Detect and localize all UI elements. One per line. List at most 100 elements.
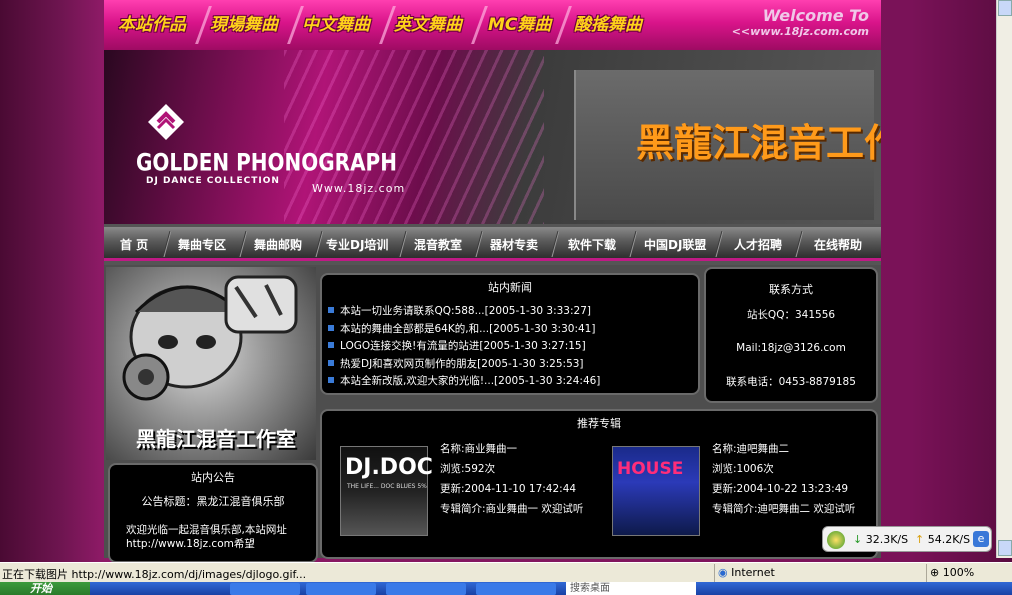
speed-meter-icon (827, 531, 845, 549)
album-cover-2[interactable]: HOUSE (612, 446, 700, 536)
category-link-chinese[interactable]: 中文舞曲 (302, 10, 370, 38)
zoom-value: 100% (942, 566, 975, 579)
contact-mail[interactable]: Mail:18jz@3126.com (706, 342, 876, 354)
web-page: 本站作品 現場舞曲 中文舞曲 英文舞曲 MC舞曲 酸搖舞曲 Welcome To… (104, 0, 881, 563)
start-button[interactable]: 开始 (0, 582, 90, 595)
banner-url: Www.18jz.com (312, 182, 406, 195)
content-area: 黑龍江混音工作室 站内公告 公告标题：黑龙江混音俱乐部 欢迎光临一起混音俱乐部,… (104, 265, 881, 563)
category-bar: 本站作品 現場舞曲 中文舞曲 英文舞曲 MC舞曲 酸搖舞曲 Welcome To… (104, 0, 881, 50)
nav-item-help[interactable]: 在线帮助 (814, 236, 862, 253)
status-text: 正在下载图片 http://www.18jz.com/dj/images/djl… (2, 568, 307, 581)
news-item-text[interactable]: LOGO连接交换!有流量的站进[2005-1-30 3:27:15] (340, 340, 586, 352)
album-cover-1-title: DJ.DOC (345, 455, 433, 480)
banner-decoration (284, 50, 544, 224)
album-intro: 专辑简介:商业舞曲一 欢迎试听 (440, 503, 584, 515)
ie-icon[interactable]: e (973, 531, 989, 547)
news-item[interactable]: 热爱DJ和喜欢网页制作的朋友[2005-1-30 3:25:53] (328, 356, 698, 374)
category-link-mc[interactable]: MC舞曲 (488, 10, 551, 38)
news-item-text[interactable]: 本站全新改版,欢迎大家的光临!...[2005-1-30 3:24:46] (340, 375, 600, 387)
upload-speed-value: 54.2K/S (927, 533, 971, 546)
phonograph-logo-icon (148, 104, 184, 140)
news-item-text[interactable]: 本站的舞曲全部都是64K的,和...[2005-1-30 3:30:41] (340, 323, 595, 335)
nav-divider (238, 231, 248, 257)
network-speed-widget[interactable]: ↓ 32.3K/S ↑ 54.2K/S e (822, 526, 992, 552)
header-banner: GOLDEN PHONOGRAPH DJ DANCE COLLECTION Ww… (104, 50, 881, 224)
bullet-icon (328, 342, 334, 348)
studio-caption: 黑龍江混音工作室 (136, 427, 296, 451)
nav-divider (314, 231, 324, 257)
security-zone: ◉ Internet (718, 566, 775, 579)
news-item[interactable]: LOGO连接交换!有流量的站进[2005-1-30 3:27:15] (328, 338, 698, 356)
nav-item-mail-order[interactable]: 舞曲邮购 (254, 236, 302, 253)
desktop-search-input[interactable]: 搜索桌面 (566, 582, 696, 595)
album-cover-1[interactable]: DJ.DOC THE LIFE... DOC BLUES 5% (340, 446, 433, 536)
category-link-works[interactable]: 本站作品 (118, 10, 186, 38)
nav-divider (714, 231, 724, 257)
nav-item-home[interactable]: 首 页 (120, 236, 148, 253)
nav-item-dj-training[interactable]: 专业DJ培训 (326, 236, 388, 253)
category-link-live[interactable]: 現場舞曲 (210, 10, 278, 38)
magnifier-icon: ⊕ (930, 566, 943, 579)
news-item[interactable]: 本站全新改版,欢迎大家的光临!...[2005-1-30 3:24:46] (328, 373, 698, 391)
download-speed-value: 32.3K/S (865, 533, 909, 546)
brand-name: GOLDEN PHONOGRAPH (136, 147, 397, 177)
album-intro: 专辑简介:迪吧舞曲二 欢迎试听 (712, 503, 856, 515)
contact-title: 联系方式 (769, 283, 813, 296)
status-divider (714, 564, 715, 582)
scroll-down-icon[interactable] (998, 540, 1012, 556)
nav-item-equipment[interactable]: 器材专卖 (490, 236, 538, 253)
taskbar-button[interactable] (476, 583, 556, 595)
bullet-icon (328, 359, 334, 366)
album-updated: 更新:2004-11-10 17:42:44 (440, 483, 577, 495)
main-nav: 首 页 舞曲专区 舞曲邮购 专业DJ培训 混音教室 器材专卖 软件下载 中国DJ… (104, 227, 881, 261)
welcome-url: <<www.18jz.com.com (731, 25, 869, 38)
contact-phone: 联系电话：0453-8879185 (726, 376, 856, 388)
category-link-shake[interactable]: 酸搖舞曲 (574, 10, 642, 38)
nav-divider (162, 231, 172, 257)
news-list: 本站一切业务请联系QQ:588...[2005-1-30 3:33:27] 本站… (322, 295, 698, 391)
nav-item-dance-zone[interactable]: 舞曲专区 (178, 236, 226, 253)
news-item-text[interactable]: 热爱DJ和喜欢网页制作的朋友[2005-1-30 3:25:53] (340, 358, 584, 370)
scroll-up-icon[interactable] (998, 0, 1012, 16)
dj-illustration: 黑龍江混音工作室 (106, 267, 316, 460)
globe-icon: ◉ (718, 566, 732, 579)
notice-headline[interactable]: 公告标题：黑龙江混音俱乐部 (110, 493, 316, 509)
album-views: 浏览:1006次 (712, 463, 774, 475)
news-item-text[interactable]: 本站一切业务请联系QQ:588...[2005-1-30 3:33:27] (340, 305, 591, 317)
bullet-icon (328, 307, 334, 313)
nav-divider (398, 231, 408, 257)
album-cover-2-title: HOUSE (617, 459, 684, 479)
albums-title: 推荐专辑 (577, 417, 621, 430)
taskbar-button[interactable] (386, 583, 466, 595)
nav-item-dj-league[interactable]: 中国DJ联盟 (644, 236, 706, 253)
vertical-scrollbar[interactable] (996, 0, 1012, 558)
zone-label: Internet (731, 566, 775, 579)
download-speed: ↓ 32.3K/S (853, 533, 908, 546)
category-divider (555, 6, 572, 44)
nav-item-jobs[interactable]: 人才招聘 (734, 236, 782, 253)
welcome-banner: Welcome To <<www.18jz.com.com (732, 6, 869, 38)
download-arrow-icon: ↓ (853, 533, 866, 546)
dj-character-image (122, 275, 298, 401)
nav-divider (794, 231, 804, 257)
category-divider (471, 6, 488, 44)
album-info-1: 名称:商业舞曲一 浏览:592次 更新:2004-11-10 17:42:44 … (440, 439, 590, 516)
news-item[interactable]: 本站一切业务请联系QQ:588...[2005-1-30 3:33:27] (328, 303, 698, 321)
nav-divider (474, 231, 484, 257)
status-divider (926, 564, 927, 582)
taskbar-button[interactable] (230, 583, 300, 595)
album-cover-1-subtitle: THE LIFE... DOC BLUES 5% (347, 483, 427, 490)
nav-divider (550, 231, 560, 257)
news-item[interactable]: 本站的舞曲全部都是64K的,和...[2005-1-30 3:30:41] (328, 321, 698, 339)
zoom-level[interactable]: ⊕ 100% (930, 566, 974, 579)
welcome-text: Welcome To (762, 6, 869, 25)
album-name[interactable]: 名称:迪吧舞曲二 (712, 439, 862, 459)
nav-item-mix-class[interactable]: 混音教室 (414, 236, 462, 253)
album-name[interactable]: 名称:商业舞曲一 (440, 439, 590, 459)
taskbar-button[interactable] (306, 583, 376, 595)
notice-box: 站内公告 公告标题：黑龙江混音俱乐部 欢迎光临一起混音俱乐部,本站网址http:… (108, 463, 318, 563)
nav-item-software[interactable]: 软件下载 (568, 236, 616, 253)
nav-divider (628, 231, 638, 257)
category-link-english[interactable]: 英文舞曲 (394, 10, 462, 38)
album-views: 浏览:592次 (440, 463, 496, 475)
